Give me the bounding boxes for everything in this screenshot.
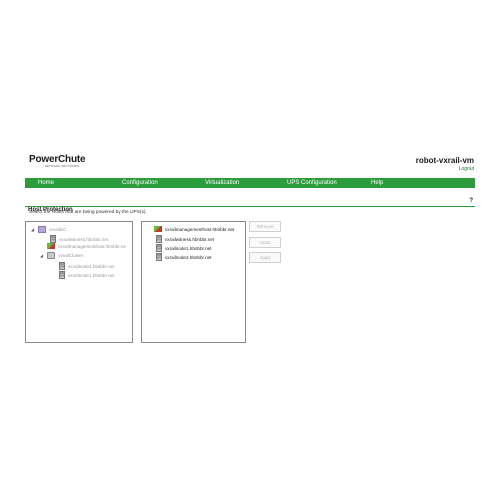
tree-node-host[interactable]: vxrailnode2.hbnbbr.net: [59, 262, 114, 270]
tree-node-label: vxrailDC: [49, 227, 67, 232]
server-icon: [156, 244, 162, 252]
main-nav: Home Configuration Virtualization UPS Co…: [25, 178, 475, 188]
selected-host-item[interactable]: vxrailmanagementhost.hbnbbr.net: [154, 226, 234, 232]
nav-help[interactable]: Help: [371, 180, 383, 186]
vcsa-icon: [47, 243, 55, 249]
datacenter-icon: [38, 226, 47, 233]
nav-virtualization[interactable]: Virtualization: [205, 180, 239, 186]
selected-host-item[interactable]: vxrailwitness.hbnbbr.net: [156, 235, 214, 243]
nav-home[interactable]: Home: [38, 180, 54, 186]
apply-button[interactable]: Apply: [249, 252, 281, 263]
selected-host-label: vxrailwitness.hbnbbr.net: [165, 236, 215, 242]
instruction-text: Select the Hosts that are being powered …: [29, 210, 147, 215]
tree-node-label: vxrailnode2.hbnbbr.net: [68, 263, 115, 269]
selected-host-item[interactable]: vxrailnode2.hbnbbr.net: [156, 253, 211, 261]
selected-host-label: vxrailnode2.hbnbbr.net: [165, 254, 212, 260]
remove-button[interactable]: Remove: [249, 221, 281, 232]
tree-node-label: vxrailnode1.hbnbbr.net: [68, 272, 115, 278]
undo-button[interactable]: Undo: [249, 237, 281, 248]
selected-host-label: vxrailnode1.hbnbbr.net: [165, 245, 212, 251]
brand-name: PowerChute: [29, 154, 86, 165]
logout-link[interactable]: Logout: [416, 166, 474, 172]
tree-node-host[interactable]: vxrailwitness.hbnbbr.net: [50, 235, 108, 243]
server-icon: [59, 262, 65, 270]
help-icon[interactable]: ?: [469, 198, 473, 204]
server-icon: [156, 235, 162, 243]
tree-node-host[interactable]: vxrailmanagementhost.hbnbbr.ne: [47, 243, 126, 249]
powerchute-logo: PowerChute NETWORK SHUTDOWN: [29, 154, 86, 168]
tree-node-cluster[interactable]: ◢ vxrailCluster: [40, 252, 83, 259]
server-icon: [156, 253, 162, 261]
brand-tagline: NETWORK SHUTDOWN: [44, 165, 79, 168]
selected-hosts-list[interactable]: vxrailmanagementhost.hbnbbr.net vxrailwi…: [141, 221, 246, 343]
tree-node-label: vxrailCluster: [58, 253, 84, 258]
expand-icon[interactable]: ◢: [40, 253, 43, 258]
server-icon: [59, 271, 65, 279]
hostname: robot-vxrail-vm: [415, 156, 474, 165]
nav-configuration[interactable]: Configuration: [122, 180, 158, 186]
available-hosts-tree[interactable]: ◢ vxrailDC vxrailwitness.hbnbbr.net vxra…: [25, 221, 133, 343]
nav-ups-configuration[interactable]: UPS Configuration: [287, 180, 337, 186]
tree-node-label: vxrailwitness.hbnbbr.net: [59, 236, 109, 242]
cluster-icon: [47, 252, 56, 259]
tree-node-datacenter[interactable]: ◢ vxrailDC: [31, 226, 66, 233]
selected-host-item[interactable]: vxrailnode1.hbnbbr.net: [156, 244, 211, 252]
server-icon: [50, 235, 56, 243]
section-divider: [25, 206, 475, 207]
tree-node-label: vxrailmanagementhost.hbnbbr.ne: [58, 243, 126, 249]
tree-node-host[interactable]: vxrailnode1.hbnbbr.net: [59, 271, 114, 279]
vcsa-icon: [154, 226, 162, 232]
header-host: robot-vxrail-vm Logout: [416, 156, 474, 172]
selected-host-label: vxrailmanagementhost.hbnbbr.net: [165, 226, 235, 232]
expand-icon[interactable]: ◢: [31, 227, 34, 232]
